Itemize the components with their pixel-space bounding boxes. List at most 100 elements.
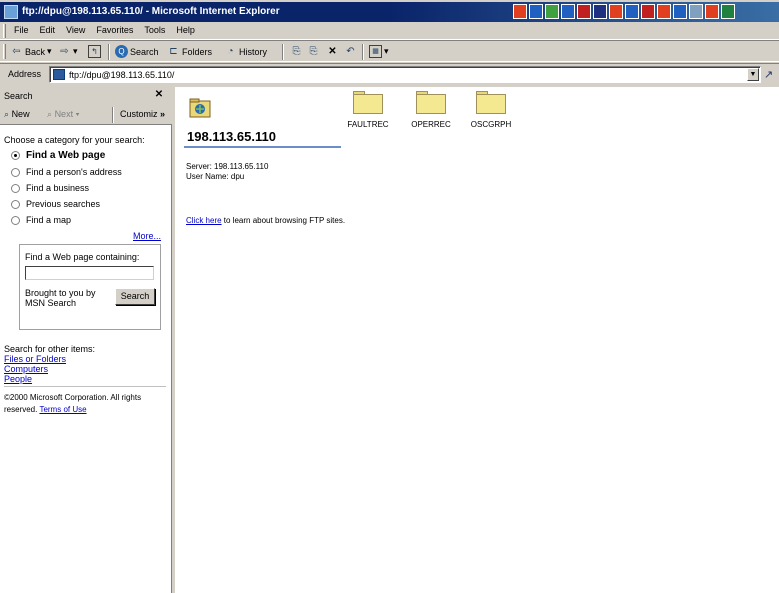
delete-x-icon: ✕	[328, 46, 337, 57]
folder-oscgrph[interactable]: OSCGRPH	[461, 90, 521, 129]
ftp-help-text: Click here to learn about browsing FTP s…	[186, 216, 346, 225]
copy-to-button[interactable]: ⎘	[307, 45, 320, 58]
user-name-line: User Name: dpu	[186, 172, 245, 181]
server-line: Server: 198.113.65.110	[186, 162, 269, 171]
taskbar-app-icon[interactable]	[673, 4, 687, 19]
new-search-button[interactable]: ⌕ New	[4, 109, 30, 120]
address-dropdown-icon[interactable]: ▼	[747, 68, 759, 81]
title-underline	[184, 146, 341, 148]
tray-icons	[513, 4, 735, 20]
menu-grip[interactable]	[3, 24, 6, 38]
menu-bar: File Edit View Favorites Tools Help	[0, 22, 779, 40]
taskbar-app-icon[interactable]	[641, 4, 655, 19]
close-icon[interactable]: ✕	[153, 89, 165, 101]
address-input[interactable]: ftp://dpu@198.113.65.110/	[49, 66, 761, 83]
other-items-label: Search for other items:	[4, 344, 96, 354]
radio-button[interactable]	[11, 215, 20, 225]
radio-button[interactable]	[11, 183, 20, 193]
taskbar-app-icon[interactable]	[625, 4, 639, 19]
taskbar-app-icon[interactable]	[593, 4, 607, 19]
delete-button[interactable]: ✕	[326, 45, 339, 58]
radio-find-map[interactable]: Find a map	[11, 215, 71, 225]
new-search-icon: ⌕	[4, 109, 10, 119]
search-pane: Search ✕ ⌕ New ⌕ Next ▾ Customiz » Choos…	[0, 87, 172, 593]
taskbar-app-icon[interactable]	[721, 4, 735, 19]
toolbar-grip[interactable]	[3, 44, 6, 59]
back-button[interactable]: ⇦ Back ▾	[10, 45, 52, 58]
search-pane-toolbar: ⌕ New ⌕ Next ▾ Customiz »	[0, 105, 172, 125]
menu-favorites[interactable]: Favorites	[96, 25, 133, 35]
up-button[interactable]: ↰	[88, 45, 101, 58]
find-web-page-box: Find a Web page containing: Brought to y…	[19, 244, 161, 330]
menu-view[interactable]: View	[66, 25, 85, 35]
search-button[interactable]: Q Search	[115, 45, 159, 58]
folders-button[interactable]: ⊏ Folders	[167, 45, 212, 58]
radio-previous-searches[interactable]: Previous searches	[11, 199, 100, 209]
menu-help[interactable]: Help	[176, 25, 195, 35]
copyright-text: ©2000 Microsoft Corporation. All rights …	[4, 393, 142, 414]
forward-arrow-icon: ⇨	[60, 46, 69, 57]
undo-icon: ↶	[346, 46, 355, 57]
taskbar-app-icon[interactable]	[561, 4, 575, 19]
taskbar-app-icon[interactable]	[705, 4, 719, 19]
views-button[interactable]: ▦ ▾	[369, 45, 389, 58]
folder-operrec[interactable]: OPERREC	[401, 90, 461, 129]
next-button[interactable]: ⌕ Next ▾	[47, 109, 79, 120]
radio-find-web-page[interactable]: Find a Web page	[11, 150, 105, 161]
ie-page-icon	[4, 5, 18, 19]
customize-button[interactable]: Customiz »	[120, 109, 165, 119]
move-to-button[interactable]: ⎘	[290, 45, 303, 58]
taskbar-app-icon[interactable]	[689, 4, 703, 19]
taskbar-app-icon[interactable]	[513, 4, 527, 19]
history-button[interactable]: ◔ History	[224, 45, 267, 58]
files-or-folders-link[interactable]: Files or Folders	[4, 354, 66, 364]
move-to-icon: ⎘	[292, 46, 301, 57]
menu-tools[interactable]: Tools	[144, 25, 165, 35]
taskbar-app-icon[interactable]	[577, 4, 591, 19]
find-input[interactable]	[25, 266, 154, 280]
radio-button-checked[interactable]	[11, 151, 20, 160]
forward-button[interactable]: ⇨ ▾	[58, 45, 78, 58]
search-globe-icon: Q	[115, 45, 128, 58]
forward-dropdown-icon[interactable]: ▾	[73, 46, 78, 57]
views-dropdown-icon[interactable]: ▾	[384, 46, 389, 57]
terms-of-use-link[interactable]: Terms of Use	[39, 405, 86, 414]
radio-button[interactable]	[11, 167, 20, 177]
more-link[interactable]: More...	[133, 231, 161, 241]
taskbar-app-icon[interactable]	[529, 4, 543, 19]
toolbar-separator	[108, 44, 110, 60]
pane-divider	[4, 386, 166, 387]
taskbar-app-icon[interactable]	[609, 4, 623, 19]
go-arrow-icon[interactable]: ↗	[764, 68, 773, 81]
up-folder-icon: ↰	[88, 45, 101, 58]
address-value[interactable]: ftp://dpu@198.113.65.110/	[69, 70, 174, 80]
menu-edit[interactable]: Edit	[40, 25, 56, 35]
click-here-link[interactable]: Click here	[186, 216, 222, 225]
folder-icon	[416, 90, 446, 114]
radio-find-person[interactable]: Find a person's address	[11, 167, 122, 177]
chevron-more-icon: »	[160, 109, 166, 119]
pane-toolbar-separator	[112, 107, 114, 123]
next-dropdown-icon[interactable]: ▾	[76, 109, 80, 119]
radio-button[interactable]	[11, 199, 20, 209]
ftp-folder-view: 198.113.65.110 Server: 198.113.65.110 Us…	[175, 87, 779, 593]
taskbar-app-icon[interactable]	[545, 4, 559, 19]
people-link[interactable]: People	[4, 374, 32, 384]
folder-faultrec[interactable]: FAULTREC	[338, 90, 398, 129]
computers-link[interactable]: Computers	[4, 364, 48, 374]
views-icon: ▦	[369, 45, 382, 58]
folders-icon: ⊏	[169, 46, 178, 57]
undo-button[interactable]: ↶	[344, 45, 357, 58]
search-submit-button[interactable]: Search	[115, 288, 155, 305]
radio-find-business[interactable]: Find a business	[11, 183, 89, 193]
back-dropdown-icon[interactable]: ▾	[47, 46, 52, 57]
find-label: Find a Web page containing:	[25, 252, 140, 262]
folder-icon	[353, 90, 383, 114]
next-icon: ⌕	[47, 109, 53, 119]
address-bar: Address ftp://dpu@198.113.65.110/ ▼ ↗	[0, 63, 779, 85]
category-prompt: Choose a category for your search:	[4, 135, 145, 145]
folder-label: OSCGRPH	[470, 120, 512, 129]
address-label: Address	[8, 69, 42, 79]
taskbar-app-icon[interactable]	[657, 4, 671, 19]
menu-file[interactable]: File	[14, 25, 29, 35]
